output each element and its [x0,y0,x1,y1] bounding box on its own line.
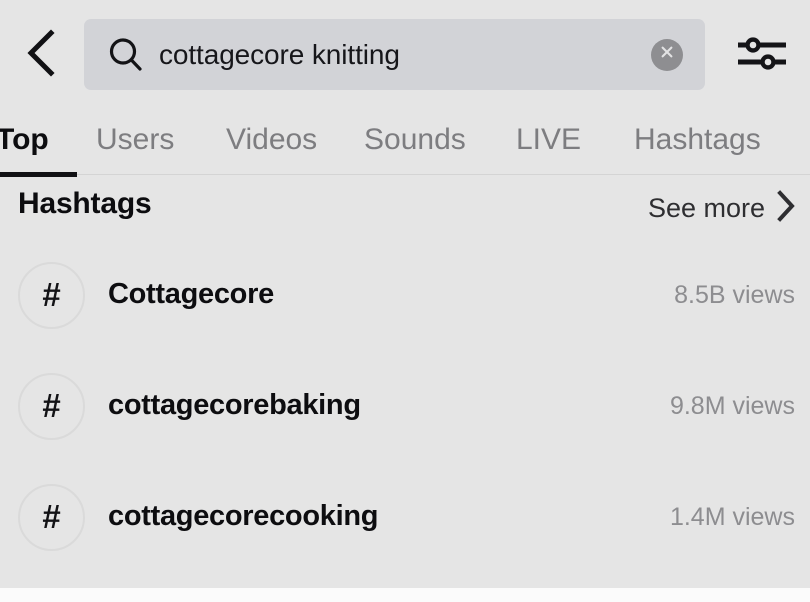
hashtag-name: cottagecorebaking [108,389,361,421]
search-header: cottagecore knitting [0,0,810,108]
hashtag-name: Cottagecore [108,278,274,310]
hashtag-icon: # [18,484,85,551]
tab-sounds[interactable]: Sounds [364,108,466,172]
active-tab-indicator [0,172,77,177]
hashtag-view-count: 8.5B views [674,281,795,309]
hash-glyph: # [42,387,61,424]
clear-search-button[interactable] [651,38,683,71]
bottom-edge-strip [0,588,810,602]
hashtags-section-header: Hashtags See more [0,178,810,236]
search-input[interactable]: cottagecore knitting [84,19,705,90]
search-results-screen: cottagecore knitting Top Users Videos So… [0,0,810,602]
tab-live[interactable]: LIVE [516,108,581,172]
tab-hashtags[interactable]: Hashtags [634,108,761,172]
tab-users[interactable]: Users [96,108,174,172]
hashtag-view-count: 9.8M views [669,392,795,420]
hashtag-results-list: # Cottagecore 8.5B views # cottagecoreba… [0,240,810,573]
see-more-label: See more [647,193,765,223]
see-more-button[interactable]: See more [648,190,796,227]
hashtag-view-count: 1.4M views [669,503,795,531]
tab-bar-divider [77,174,810,175]
back-button[interactable] [12,26,70,84]
tab-videos[interactable]: Videos [226,108,317,172]
chevron-left-icon [24,28,58,82]
chevron-right-icon [776,190,796,227]
section-title: Hashtags [18,187,152,220]
filter-button[interactable] [733,27,791,83]
search-query-text: cottagecore knitting [159,38,400,70]
search-tab-bar: Top Users Videos Sounds LIVE Hashtags [0,108,810,177]
table-row[interactable]: # Cottagecore 8.5B views [0,240,810,351]
table-row[interactable]: # cottagecorecooking 1.4M views [0,462,810,573]
filter-sliders-icon [735,31,789,80]
table-row[interactable]: # cottagecorebaking 9.8M views [0,351,810,462]
hash-glyph: # [42,498,61,535]
close-icon [658,43,676,66]
hashtag-icon: # [18,262,85,329]
tab-top[interactable]: Top [0,108,49,172]
hashtag-icon: # [18,373,85,440]
hashtag-name: cottagecorecooking [108,500,379,532]
search-icon [106,35,146,75]
hash-glyph: # [42,276,61,313]
